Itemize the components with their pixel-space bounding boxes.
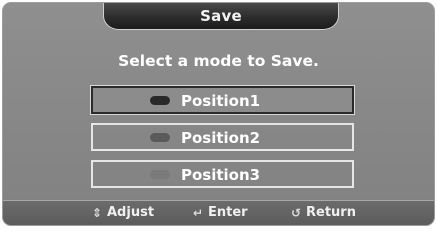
option-label: Position3	[181, 166, 261, 184]
dialog-prompt: Select a mode to Save.	[118, 52, 319, 70]
dialog-title: Save	[200, 7, 242, 25]
save-dialog: Save Select a mode to Save. Position1 Po…	[2, 2, 435, 226]
position-indicator-icon	[150, 96, 170, 105]
footer-bar: ⇕ Adjust ↵ Enter ↺ Return	[3, 200, 434, 225]
option-label: Position2	[181, 129, 261, 147]
option-position2[interactable]: Position2	[91, 123, 354, 151]
up-down-arrows-icon: ⇕	[91, 205, 103, 220]
enter-hint[interactable]: ↵ Enter	[191, 205, 248, 220]
position-indicator-icon	[150, 170, 170, 179]
return-hint[interactable]: ↺ Return	[289, 205, 356, 220]
dialog-title-tab: Save	[103, 3, 339, 30]
position-indicator-icon	[150, 133, 170, 142]
enter-label: Enter	[208, 205, 248, 220]
return-icon: ↺	[290, 205, 302, 220]
return-label: Return	[306, 205, 356, 220]
option-position1[interactable]: Position1	[90, 85, 355, 115]
option-label: Position1	[181, 92, 261, 110]
adjust-label: Adjust	[107, 205, 155, 220]
enter-icon: ↵	[192, 205, 204, 220]
adjust-hint[interactable]: ⇕ Adjust	[90, 205, 154, 220]
option-position3[interactable]: Position3	[91, 160, 354, 188]
